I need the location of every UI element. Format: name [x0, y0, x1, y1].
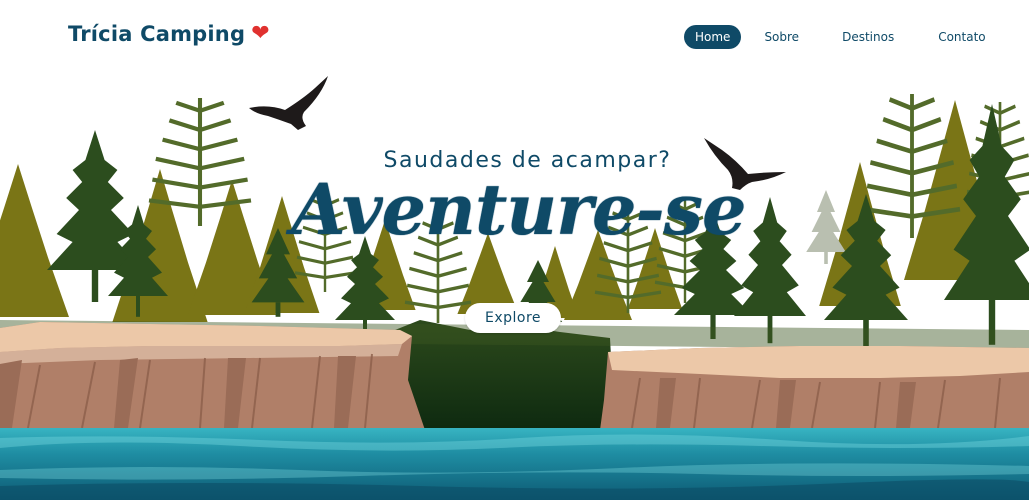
left-cliff	[0, 322, 425, 430]
nav-item-sobre[interactable]: Sobre	[753, 25, 810, 49]
brand-logo[interactable]: Trícia Camping ❤	[68, 22, 270, 46]
nav-item-contato[interactable]: Contato	[927, 25, 996, 49]
navbar: Trícia Camping ❤ Home Sobre Destinos Con…	[0, 0, 1029, 72]
right-cliff	[600, 346, 1029, 430]
brand-name: Trícia Camping	[68, 22, 246, 46]
explore-button[interactable]: Explore	[465, 303, 561, 333]
hero-title: Aventure-se	[291, 168, 746, 251]
bird-icon	[249, 76, 328, 130]
nav-menu: Home Sobre Destinos Contato	[684, 25, 1009, 49]
nav-item-destinos[interactable]: Destinos	[831, 25, 905, 49]
heart-icon: ❤	[251, 21, 270, 46]
river-water	[0, 428, 1029, 500]
nav-item-home[interactable]: Home	[684, 25, 742, 49]
